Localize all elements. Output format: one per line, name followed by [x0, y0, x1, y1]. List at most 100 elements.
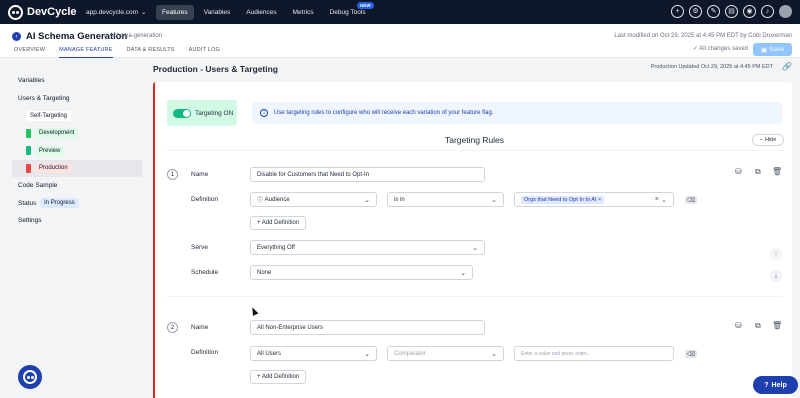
operator-select[interactable]: is in ⌄	[387, 192, 504, 207]
status-label: Status	[18, 199, 37, 207]
chevron-down-icon: ⌄	[472, 244, 478, 252]
audience-icon[interactable]: ⛁	[735, 167, 742, 176]
preview-label: Preview	[35, 145, 65, 156]
env-color-preview	[26, 146, 31, 156]
divider	[165, 150, 782, 151]
remove-definition-icon[interactable]: ⌫	[685, 196, 697, 204]
move-down-icon[interactable]: ↓	[770, 270, 782, 282]
add-icon[interactable]: +	[671, 5, 684, 18]
operator-placeholder: Comparator	[394, 350, 426, 357]
rule-name-label: Name	[191, 171, 209, 178]
new-badge: NEW	[357, 1, 374, 9]
tools-icon[interactable]: ✎	[707, 5, 720, 18]
development-label: Development	[35, 128, 79, 139]
sidebar-item-development[interactable]: Development	[12, 125, 142, 143]
minus-icon: −	[759, 137, 763, 143]
serve-value: Everything Off	[257, 244, 295, 251]
devcycle-assistant-button[interactable]	[18, 365, 42, 389]
info-icon: i	[260, 109, 268, 117]
nav-metrics[interactable]: Metrics	[287, 5, 320, 20]
chevron-down-icon: ⌄	[364, 350, 370, 358]
sidebar-item-preview[interactable]: Preview	[12, 142, 142, 160]
sidebar-item-production[interactable]: Production	[12, 159, 142, 177]
top-navigation: DevCycle app.devcycle.com ⌄ Features Vari…	[0, 0, 800, 24]
save-button-label: Save	[769, 46, 784, 53]
rule-number: 2	[167, 322, 178, 333]
link-icon[interactable]: 🔗	[782, 62, 792, 71]
serve-label: Serve	[191, 244, 208, 251]
feature-key: ai-schema-generation	[104, 33, 163, 39]
copy-icon[interactable]: ⧉	[755, 321, 761, 331]
property-select[interactable]: ⓘ Audience ⌄	[250, 192, 377, 207]
devcycle-logo-icon	[23, 370, 37, 384]
rule-name-input[interactable]: All Non-Enterprise Users	[250, 320, 485, 335]
chevron-down-icon: ⌄	[141, 9, 147, 16]
add-definition-button[interactable]: + Add Definition	[250, 216, 307, 230]
rule-name-label: Name	[191, 324, 209, 331]
audience-icon[interactable]: ⛁	[735, 321, 742, 330]
env-color-development	[26, 128, 31, 138]
copy-icon[interactable]: ⧉	[755, 167, 761, 177]
sidebar-item-variables[interactable]: Variables	[12, 72, 142, 90]
operator-select[interactable]: Comparator ⌄	[387, 346, 504, 361]
docs-icon[interactable]: ▤	[725, 5, 738, 18]
schedule-select[interactable]: None ⌄	[250, 265, 473, 280]
avatar[interactable]	[779, 5, 792, 18]
tab-overview[interactable]: OVERVIEW	[14, 47, 45, 58]
hide-label: Hide	[764, 137, 777, 143]
rule-name-input[interactable]: Disable for Customers that Need to Opt-I…	[250, 167, 485, 182]
save-status: ✓ All changes saved	[693, 45, 748, 52]
operator-value: is in	[394, 196, 405, 203]
clear-icon[interactable]: ×	[655, 196, 659, 203]
property-value: All Users	[257, 350, 282, 357]
schedule-label: Schedule	[191, 269, 219, 276]
value-chip: Orgs that Need to Opt In to AI ×	[521, 195, 605, 204]
sidebar: Variables Users & Targeting Self-Targeti…	[12, 72, 142, 230]
tab-data-results[interactable]: DATA & RESULTS	[127, 47, 175, 58]
remove-definition-icon[interactable]: ⌫	[685, 350, 697, 358]
move-up-icon[interactable]: ↑	[770, 248, 782, 260]
nav-debug-tools[interactable]: Debug Tools NEW	[324, 1, 374, 20]
save-icon: ▣	[761, 46, 768, 54]
delete-icon[interactable]: 🗑	[772, 167, 782, 176]
chevron-down-icon: ⌄	[661, 196, 667, 204]
nav-audiences[interactable]: Audiences	[240, 5, 282, 20]
org-domain-dropdown[interactable]: app.devcycle.com ⌄	[86, 8, 150, 17]
value-multiselect[interactable]: Orgs that Need to Opt In to AI × × ⌄	[514, 192, 674, 207]
tab-manage-feature[interactable]: MANAGE FEATURE	[59, 47, 113, 58]
delete-icon[interactable]: 🗑	[772, 321, 782, 330]
value-chip-label: Orgs that Need to Opt In to AI	[524, 196, 597, 203]
notifications-icon[interactable]: ♪	[761, 5, 774, 18]
feature-header: ‹ AI Schema Generation ai-schema-generat…	[0, 24, 800, 58]
devcycle-logo[interactable]: DevCycle	[8, 4, 78, 20]
nav-debug-tools-label: Debug Tools	[329, 8, 366, 16]
sidebar-item-users-targeting[interactable]: Users & Targeting	[12, 90, 142, 108]
tab-audit-log[interactable]: AUDIT LOG	[189, 47, 220, 58]
hide-button[interactable]: − Hide	[752, 134, 784, 146]
sidebar-item-status[interactable]: Status In Progress	[12, 195, 142, 213]
sidebar-item-code-sample[interactable]: Code Sample	[12, 177, 142, 195]
value-input[interactable]: Enter a value and press enter...	[514, 346, 674, 361]
back-icon[interactable]: ‹	[12, 32, 21, 41]
env-color-production	[26, 163, 31, 173]
targeting-toggle[interactable]: Targeting ON	[167, 100, 237, 126]
nav-features[interactable]: Features	[156, 4, 194, 20]
add-definition-button[interactable]: + Add Definition	[250, 370, 307, 384]
targeting-rules-title: Targeting Rules	[444, 135, 505, 145]
last-modified: Last modified on Oct 29, 2025 at 4:45 PM…	[614, 33, 792, 39]
property-value: Audience	[264, 196, 290, 203]
toggle-switch[interactable]	[173, 108, 191, 118]
brand-name: DevCycle	[27, 6, 77, 18]
serve-select[interactable]: Everything Off ⌄	[250, 240, 485, 255]
help-button[interactable]: ? Help	[753, 376, 798, 394]
save-button[interactable]: ▣ Save	[753, 43, 792, 56]
sidebar-item-self-targeting[interactable]: Self-Targeting	[12, 107, 142, 125]
remove-chip-icon[interactable]: ×	[598, 197, 601, 203]
self-targeting-label: Self-Targeting	[26, 110, 72, 121]
property-select[interactable]: All Users ⌄	[250, 346, 377, 361]
sidebar-item-settings[interactable]: Settings	[12, 212, 142, 230]
devcycle-logo-icon	[8, 4, 23, 20]
settings-icon[interactable]: ⚙	[689, 5, 702, 18]
discord-icon[interactable]: ◉	[743, 5, 756, 18]
nav-variables[interactable]: Variables	[198, 5, 237, 20]
